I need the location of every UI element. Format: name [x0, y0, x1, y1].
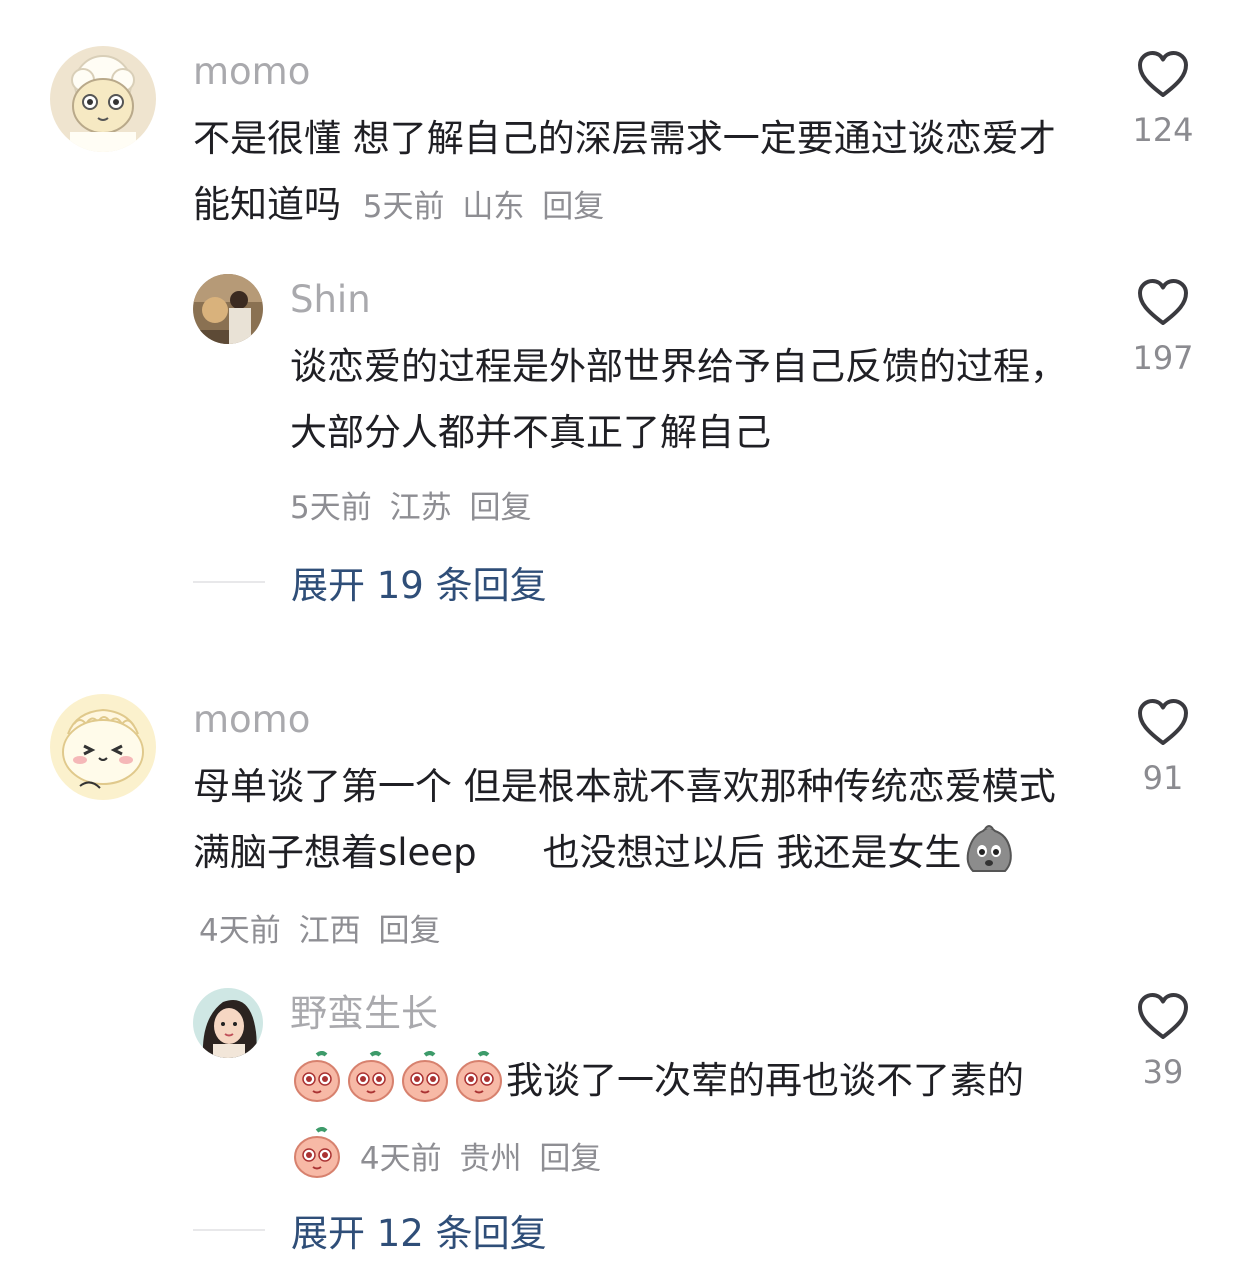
comment-text: 不是很懂 想了解自己的深层需求一定要通过谈恋爱才能知道吗 5天前 山东 回复 [193, 106, 1073, 240]
reply-button[interactable]: 回复 [469, 490, 531, 526]
photo-avatar-icon [193, 274, 263, 344]
like-count: 91 [1142, 759, 1184, 797]
comment-location: 江西 [298, 913, 361, 949]
expand-replies-label: 展开 12 条回复 [291, 1212, 547, 1255]
comment-time: 4天前 [199, 913, 281, 949]
reply-avatar[interactable] [193, 274, 263, 344]
divider [193, 581, 265, 583]
divider [193, 1229, 265, 1231]
reply-body: 谈恋爱的过程是外部世界给予自己反馈的过程，大部分人都并不真正了解自己 [290, 345, 1067, 454]
reply-location: 江苏 [389, 490, 452, 526]
comment-username[interactable]: momo [193, 50, 310, 94]
peach-face-emoji [400, 1051, 450, 1124]
comment-body-continued: 也没想过以后 我还是女生 [542, 831, 962, 874]
peach-face-icon [348, 1051, 394, 1102]
peach-face-emoji [346, 1051, 396, 1124]
stone-face-emoji [963, 823, 1015, 896]
expand-replies-button[interactable]: 展开 12 条回复 [193, 1208, 547, 1255]
reply-meta: 4天前 贵州 回复 [344, 1141, 609, 1177]
reply-username[interactable]: Shin [290, 278, 371, 322]
like-count: 39 [1142, 1053, 1184, 1091]
peach-face-emoji [454, 1051, 504, 1124]
heart-outline-icon [1138, 51, 1188, 97]
comment-location: 山东 [462, 189, 525, 225]
reply-time: 5天前 [290, 490, 372, 526]
reply-text: 我谈了一次荤的再也谈不了素的 4天前 贵州 回复 [290, 1048, 1070, 1200]
reply-username[interactable]: 野蛮生长 [290, 992, 438, 1036]
like-count: 197 [1132, 339, 1194, 377]
peach-face-icon [294, 1127, 340, 1178]
like-button[interactable]: 39 [1121, 992, 1205, 1092]
reply-button[interactable]: 回复 [378, 913, 440, 949]
girl-illustration-avatar-icon [193, 988, 263, 1058]
peach-face-emoji [292, 1051, 342, 1124]
peach-face-icon [402, 1051, 448, 1102]
heart-outline-icon [1138, 699, 1188, 745]
sheep-avatar-icon [50, 46, 156, 152]
heart-outline-icon [1138, 993, 1188, 1039]
reply-text: 谈恋爱的过程是外部世界给予自己反馈的过程，大部分人都并不真正了解自己 [290, 334, 1070, 466]
like-button[interactable]: 124 [1121, 50, 1205, 150]
reply-location: 贵州 [459, 1141, 522, 1177]
peach-face-emoji [292, 1127, 342, 1200]
comment-username[interactable]: momo [193, 698, 310, 742]
avatar[interactable] [50, 46, 156, 152]
expand-replies-button[interactable]: 展开 19 条回复 [193, 560, 547, 607]
heart-outline-icon [1138, 279, 1188, 325]
avatar[interactable] [50, 694, 156, 800]
like-button[interactable]: 197 [1121, 278, 1205, 378]
peach-face-icon [456, 1051, 502, 1102]
reply-meta: 5天前 江苏 回复 [290, 482, 539, 527]
reply-avatar[interactable] [193, 988, 263, 1058]
reply-time: 4天前 [359, 1141, 442, 1177]
comment-text: 母单谈了第一个 但是根本就不喜欢那种传统恋爱模式 满脑子想着sleep 也没想过以… [193, 754, 1093, 964]
comment-time: 5天前 [362, 189, 445, 225]
comment-item: momo 母单谈了第一个 但是根本就不喜欢那种传统恋爱模式 满脑子想着sleep… [0, 640, 1242, 1285]
expand-replies-label: 展开 19 条回复 [291, 564, 547, 607]
peach-face-icon [294, 1051, 340, 1102]
comment-item: momo 不是很懂 想了解自己的深层需求一定要通过谈恋爱才能知道吗 5天前 山东… [0, 0, 1242, 640]
dumpling-avatar-icon [50, 694, 156, 800]
comment-meta: 4天前 江西 回复 [193, 913, 448, 949]
comment-body: 不是很懂 想了解自己的深层需求一定要通过谈恋爱才能知道吗 [193, 117, 1056, 226]
comment-meta: 5天前 山东 回复 [353, 189, 612, 225]
stone-face-icon [967, 825, 1013, 872]
reply-button[interactable]: 回复 [542, 189, 604, 225]
like-button[interactable]: 91 [1121, 698, 1205, 798]
like-count: 124 [1132, 111, 1194, 149]
reply-body: 我谈了一次荤的再也谈不了素的 [506, 1059, 1024, 1102]
reply-button[interactable]: 回复 [539, 1141, 601, 1177]
